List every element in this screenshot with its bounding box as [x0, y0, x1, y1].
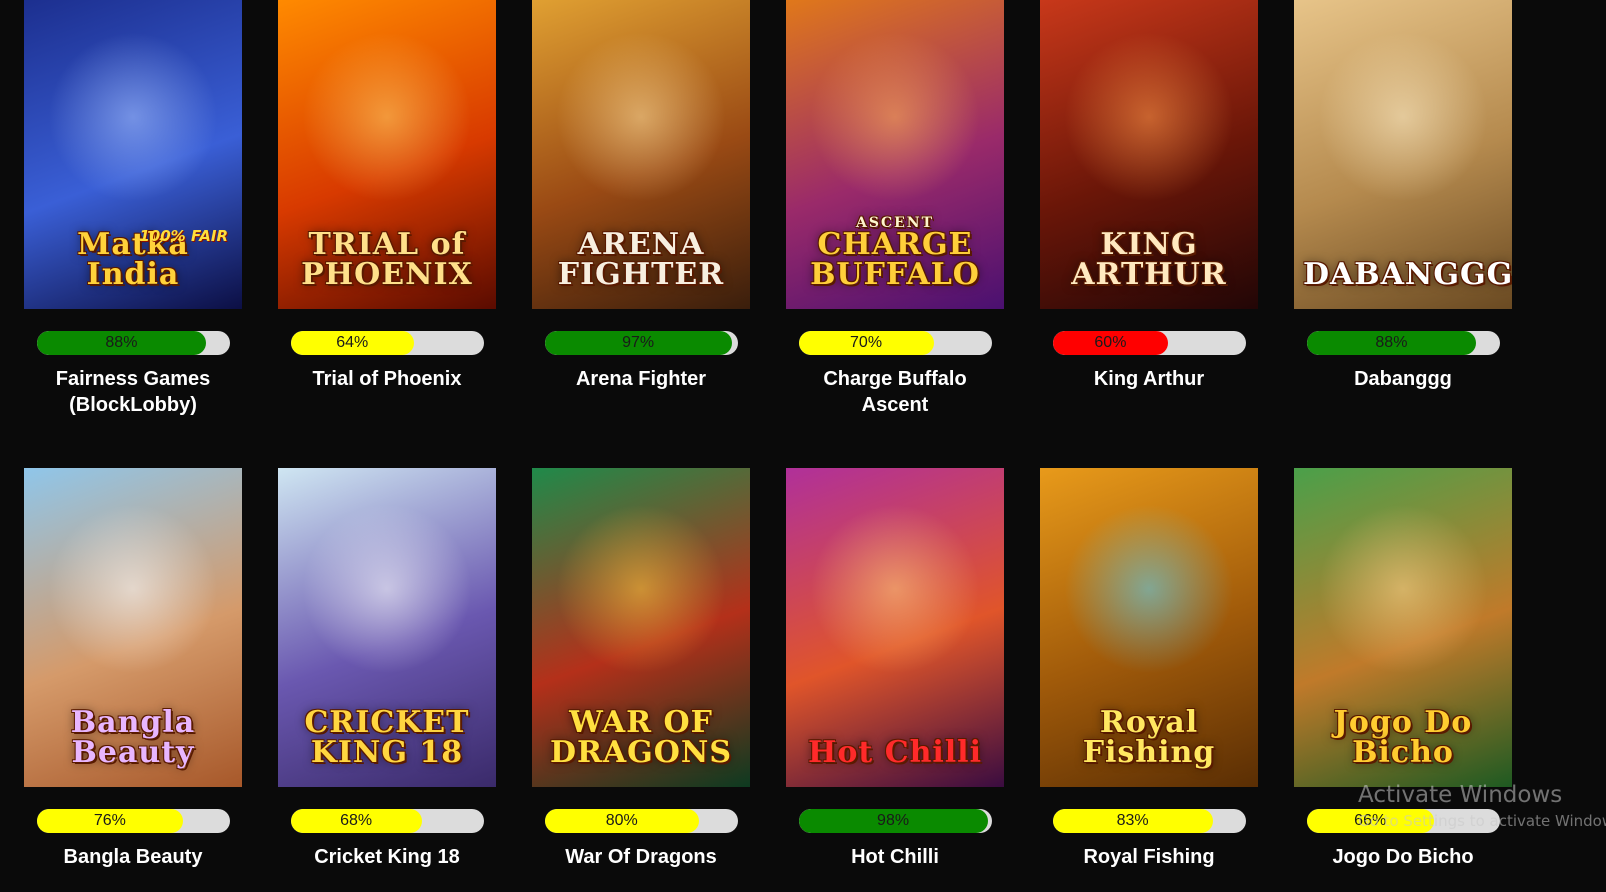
rtp-percent-label: 88% [105, 334, 138, 351]
game-title[interactable]: Dabanggg [1303, 366, 1503, 392]
artwork-glow [1064, 32, 1234, 203]
game-logo-title: CHARGE BUFFALO [810, 226, 980, 293]
game-title[interactable]: Cricket King 18 [287, 844, 487, 870]
game-thumbnail[interactable]: CRICKET KING 18 [278, 468, 496, 787]
game-card[interactable]: Royal Fishing 83% Royal Fishing [1040, 468, 1258, 870]
rtp-percent-label: 80% [605, 812, 638, 829]
game-thumbnail[interactable]: Bangla Beauty [24, 468, 242, 787]
game-grid: 100% FAIR Matka India 88% Fairness Games (B… [24, 0, 1512, 870]
rtp-progress-bar: 70% [798, 331, 992, 355]
game-card[interactable]: ARENA FIGHTER 97% Arena Fighter [532, 0, 750, 418]
artwork-glow [1064, 504, 1234, 675]
game-card[interactable]: ASCENT CHARGE BUFFALO 70% Charge Buffalo As… [786, 0, 1004, 418]
game-thumbnail[interactable]: ARENA FIGHTER [532, 0, 750, 309]
game-logo-text: DABANGGG [1303, 260, 1512, 291]
game-title[interactable]: Arena Fighter [541, 366, 741, 392]
game-title[interactable]: Fairness Games (BlockLobby) [33, 366, 233, 418]
game-logo-text: Royal Fishing [1049, 704, 1249, 771]
rtp-progress-bar: 60% [1052, 331, 1246, 355]
game-card[interactable]: CRICKET KING 18 68% Cricket King 18 [278, 468, 496, 870]
game-thumbnail[interactable]: Jogo Do Bicho [1294, 468, 1512, 787]
artwork-glow [48, 504, 218, 675]
game-card[interactable]: Jogo Do Bicho 66% Jogo Do Bicho [1294, 468, 1512, 870]
game-thumbnail[interactable]: Royal Fishing [1040, 468, 1258, 787]
rtp-percent-label: 68% [340, 812, 373, 829]
game-logo-title: CRICKET KING 18 [304, 704, 470, 771]
game-logo-text: TRIAL of PHOENIX [287, 226, 487, 293]
game-title[interactable]: Trial of Phoenix [287, 366, 487, 392]
game-title[interactable]: King Arthur [1049, 366, 1249, 392]
game-thumbnail[interactable]: 100% FAIR Matka India [24, 0, 242, 309]
rtp-percent-label: 98% [877, 812, 910, 829]
rtp-progress-bar: 83% [1052, 809, 1246, 833]
game-thumbnail[interactable]: WAR OF DRAGONS [532, 468, 750, 787]
game-logo-title: Hot Chilli [808, 735, 982, 771]
game-logo-text: WAR OF DRAGONS [541, 704, 741, 771]
game-card[interactable]: KING ARTHUR 60% King Arthur [1040, 0, 1258, 418]
game-thumbnail[interactable]: ASCENT CHARGE BUFFALO [786, 0, 1004, 309]
game-card[interactable]: 100% FAIR Matka India 88% Fairness Games (B… [24, 0, 242, 418]
game-logo-text: Jogo Do Bicho [1303, 704, 1503, 771]
rtp-percent-label: 66% [1354, 812, 1387, 829]
rtp-progress-bar: 88% [36, 331, 230, 355]
game-card[interactable]: TRIAL of PHOENIX 64% Trial of Phoenix [278, 0, 496, 418]
game-logo-title: TRIAL of PHOENIX [301, 226, 473, 293]
artwork-glow [48, 32, 218, 203]
game-card[interactable]: Hot Chilli 98% Hot Chilli [786, 468, 1004, 870]
rtp-progress-bar: 68% [290, 809, 484, 833]
game-logo-title: DABANGGG [1303, 257, 1512, 293]
rtp-percent-label: 97% [622, 334, 655, 351]
game-logo-text: CRICKET KING 18 [287, 704, 487, 771]
game-thumbnail[interactable]: Hot Chilli [786, 468, 1004, 787]
game-thumbnail[interactable]: DABANGGG [1294, 0, 1512, 309]
artwork-glow [556, 32, 726, 203]
rtp-percent-label: 64% [336, 334, 369, 351]
rtp-percent-label: 60% [1094, 334, 1127, 351]
rtp-percent-label: 83% [1116, 812, 1149, 829]
artwork-glow [302, 32, 472, 203]
rtp-percent-label: 88% [1375, 334, 1408, 351]
game-title[interactable]: Bangla Beauty [33, 844, 233, 870]
game-logo-title: WAR OF DRAGONS [549, 704, 733, 771]
artwork-glow [1318, 504, 1488, 675]
game-logo-text: KING ARTHUR [1049, 226, 1249, 293]
game-logo-title: KING ARTHUR [1071, 226, 1227, 293]
game-thumbnail[interactable]: KING ARTHUR [1040, 0, 1258, 309]
game-title[interactable]: War Of Dragons [541, 844, 741, 870]
rtp-percent-label: 70% [850, 334, 883, 351]
artwork-glow [302, 504, 472, 675]
game-card[interactable]: DABANGGG 88% Dabanggg [1294, 0, 1512, 418]
artwork-glow [810, 504, 980, 675]
rtp-progress-bar: 64% [290, 331, 484, 355]
rtp-progress-bar: 80% [544, 809, 738, 833]
game-logo-text: ARENA FIGHTER [541, 226, 741, 293]
rtp-progress-bar: 97% [544, 331, 738, 355]
artwork-glow [810, 32, 980, 203]
game-logo-title: Bangla Beauty [70, 704, 196, 771]
game-card[interactable]: Bangla Beauty 76% Bangla Beauty [24, 468, 242, 870]
game-logo-text: Hot Chilli [795, 738, 995, 769]
rtp-progress-bar: 76% [36, 809, 230, 833]
rtp-progress-bar: 88% [1306, 331, 1500, 355]
game-tag: 100% FAIR [139, 227, 228, 245]
game-logo-text: ASCENT CHARGE BUFFALO [795, 215, 995, 293]
game-logo-title: ARENA FIGHTER [557, 226, 725, 293]
artwork-glow [556, 504, 726, 675]
rtp-progress-bar: 66% [1306, 809, 1500, 833]
rtp-percent-label: 76% [93, 812, 126, 829]
game-title[interactable]: Hot Chilli [795, 844, 995, 870]
game-title[interactable]: Jogo Do Bicho [1303, 844, 1503, 870]
game-card[interactable]: WAR OF DRAGONS 80% War Of Dragons [532, 468, 750, 870]
game-logo-title: Jogo Do Bicho [1333, 704, 1473, 771]
game-logo-text: Bangla Beauty [33, 704, 233, 771]
game-logo-title: Royal Fishing [1082, 704, 1216, 771]
artwork-glow [1318, 32, 1488, 203]
game-title[interactable]: Royal Fishing [1049, 844, 1249, 870]
game-thumbnail[interactable]: TRIAL of PHOENIX [278, 0, 496, 309]
game-title[interactable]: Charge Buffalo Ascent [795, 366, 995, 418]
rtp-progress-bar: 98% [798, 809, 992, 833]
